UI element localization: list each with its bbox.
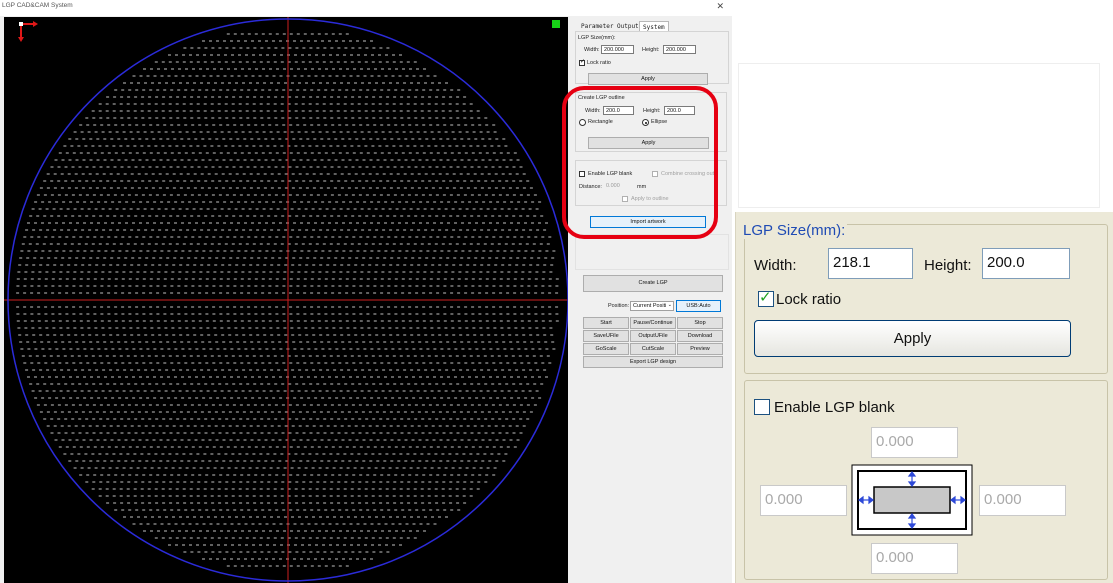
blank-top-margin-input[interactable]: 0.000 [871,427,958,458]
outline-height-input[interactable]: 200.0 [664,106,695,115]
start-button[interactable]: Start [583,317,629,329]
create-lgp-button[interactable]: Create LGP [583,275,723,292]
chevron-down-icon: ⌄ [667,302,672,308]
control-panel: Parameter Output System LGP Size(mm): Wi… [572,17,732,583]
zoom-width-label: Width: [754,257,797,274]
lgp-width-input[interactable]: 200.000 [601,45,634,54]
lgp-size-apply-button[interactable]: Apply [588,73,708,85]
download-button[interactable]: Download [677,330,723,342]
rectangle-label: Rectangle [588,119,613,125]
rectangle-radio[interactable] [579,119,586,126]
window-title: LGP CAD&CAM System [2,2,73,9]
lock-ratio-label: Lock ratio [587,60,611,66]
ellipse-label: Ellipse [651,119,668,125]
outline-height-label: Height: [643,108,661,114]
width-label: Width: [584,47,600,53]
export-lgp-design-button[interactable]: Export LGP design [583,356,723,368]
canvas-drawing [4,17,568,583]
save-ufile-button[interactable]: SaveUFile [583,330,629,342]
lgp-height-input[interactable]: 200.000 [663,45,696,54]
blank-right-margin-input[interactable]: 0.000 [979,485,1066,516]
blank-area [738,63,1100,208]
zoomed-settings-view: LGP Size(mm): Width: 218.1 Height: 200.0… [735,212,1113,583]
zoom-lock-ratio-label: Lock ratio [776,291,842,308]
zoom-width-input[interactable]: 218.1 [828,248,913,279]
position-select[interactable]: Current Positi ⌄ [630,301,674,311]
outline-apply-button[interactable]: Apply [588,137,709,149]
design-canvas[interactable] [4,17,568,583]
combine-crossing-label: Combine crossing out [661,171,715,177]
app-window: LGP CAD&CAM System ✕ Parameter Output Sy… [0,0,732,583]
zoom-enable-blank-checkbox[interactable] [754,399,770,415]
status-indicator [552,20,560,28]
go-scale-button[interactable]: GoScale [583,343,629,355]
import-artwork-button[interactable]: Import artwork [590,216,706,228]
create-outline-group: Create LGP outline Width: 200.0 Height: … [575,92,727,152]
position-value: Current Positi [633,303,667,309]
zoom-height-label: Height: [924,257,972,274]
outline-width-input[interactable]: 200.0 [603,106,634,115]
pause-continue-button[interactable]: Pause/Continue [630,317,676,329]
distance-label: Distance: [579,184,602,190]
outline-width-label: Width: [585,108,601,114]
zoom-apply-button[interactable]: Apply [754,320,1071,357]
preview-button[interactable]: Preview [677,343,723,355]
cut-scale-button[interactable]: CutScale [630,343,676,355]
lgp-size-label: LGP Size(mm): [578,35,616,41]
lock-ratio-checkbox[interactable]: ✓ [579,59,585,66]
position-label: Position: [608,303,630,309]
empty-group [575,234,729,270]
zoom-enable-blank-label: Enable LGP blank [774,399,895,416]
zoom-lock-ratio-checkbox[interactable]: ✓ [758,289,774,307]
apply-outline-label: Apply to outline [631,196,669,202]
zoom-height-input[interactable]: 200.0 [982,248,1070,279]
lgp-blank-group: Enable LGP blank Combine crossing out Di… [575,160,727,206]
combine-crossing-checkbox[interactable] [652,171,658,177]
apply-outline-checkbox[interactable] [622,196,628,202]
enable-blank-checkbox[interactable] [579,171,585,177]
zoom-lgp-size-label: LGP Size(mm): [741,222,848,239]
output-ufile-button[interactable]: OutputUFile [630,330,676,342]
ellipse-radio[interactable] [642,119,649,126]
origin-axes-icon [18,21,38,42]
create-outline-label: Create LGP outline [578,95,625,101]
distance-unit: mm [637,184,647,190]
distance-input[interactable]: 0.000 [604,182,631,191]
title-bar: LGP CAD&CAM System ✕ [0,0,732,16]
blank-left-margin-input[interactable]: 0.000 [760,485,847,516]
usb-auto-button[interactable]: USB:Auto [676,300,721,312]
height-label: Height: [642,47,660,53]
stop-button[interactable]: Stop [677,317,723,329]
close-icon[interactable]: ✕ [716,1,724,12]
enable-blank-label: Enable LGP blank [588,171,633,177]
blank-bottom-margin-input[interactable]: 0.000 [871,543,958,574]
blank-margin-diagram [851,464,973,536]
lgp-size-group: LGP Size(mm): Width: 200.000 Height: 200… [575,31,729,85]
